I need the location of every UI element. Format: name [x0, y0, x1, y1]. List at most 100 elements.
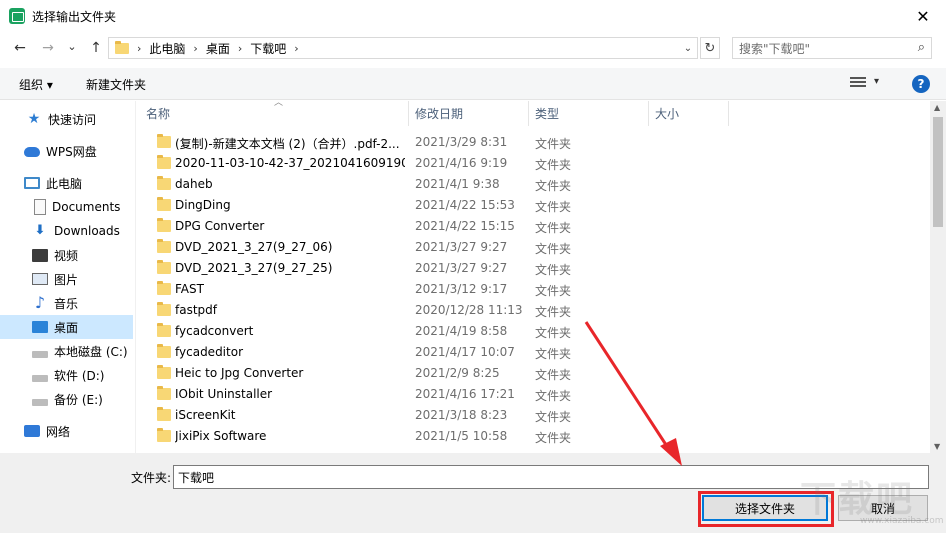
- file-type: 文件夹: [535, 368, 572, 382]
- sidebar-item-videos[interactable]: 视频: [0, 243, 133, 267]
- computer-icon: [24, 177, 40, 189]
- file-date: 2021/4/16 17:21: [415, 387, 515, 401]
- forward-button[interactable]: →: [36, 36, 60, 60]
- file-row[interactable]: iScreenKit 2021/3/18 8:23 文件夹: [140, 405, 930, 426]
- folder-label: 文件夹:: [131, 471, 172, 485]
- sidebar-item-label: WPS网盘: [46, 144, 97, 159]
- file-row[interactable]: DVD_2021_3_27(9_27_25) 2021/3/27 9:27 文件夹: [140, 258, 930, 279]
- file-date: 2021/3/27 9:27: [415, 261, 508, 275]
- sidebar-item-drive-d[interactable]: 软件 (D:): [0, 363, 133, 387]
- folder-icon: [157, 386, 171, 400]
- scroll-down-icon[interactable]: ▼: [934, 442, 940, 451]
- toolbar: 组织 ▾ 新建文件夹 ▾ ?: [0, 68, 946, 100]
- file-type: 文件夹: [535, 242, 572, 256]
- folder-icon: [157, 407, 171, 421]
- file-date: 2021/1/5 10:58: [415, 429, 508, 443]
- folder-icon: [157, 239, 171, 253]
- file-name: JixiPix Software: [175, 429, 267, 443]
- document-icon: [34, 199, 46, 215]
- breadcrumb-this-pc[interactable]: 此电脑: [149, 40, 185, 57]
- sidebar-item-this-pc[interactable]: 此电脑: [0, 171, 133, 195]
- file-row[interactable]: Heic to Jpg Converter 2021/2/9 8:25 文件夹: [140, 363, 930, 384]
- sidebar-item-wps-cloud[interactable]: WPS网盘: [0, 139, 133, 163]
- search-input[interactable]: 搜索"下载吧" ⌕: [732, 37, 932, 59]
- refresh-button[interactable]: ↻: [700, 37, 720, 59]
- sidebar-item-label: 快速访问: [48, 112, 97, 127]
- scroll-thumb[interactable]: [933, 117, 943, 227]
- back-button[interactable]: ←: [8, 36, 32, 60]
- folder-icon: [157, 302, 171, 316]
- file-date: 2021/4/22 15:53: [415, 198, 515, 212]
- address-dropdown-icon[interactable]: ⌄: [679, 38, 697, 58]
- file-row[interactable]: DingDing 2021/4/22 15:53 文件夹: [140, 195, 930, 216]
- sidebar-item-network[interactable]: 网络: [0, 419, 133, 443]
- folder-icon: [157, 281, 171, 295]
- sidebar-item-label: 此电脑: [46, 176, 83, 191]
- sidebar-item-pictures[interactable]: 图片: [0, 267, 133, 291]
- sidebar-item-label: 桌面: [54, 320, 79, 335]
- file-name: fycadconvert: [175, 324, 254, 338]
- view-dropdown-icon[interactable]: ▾: [874, 76, 879, 87]
- scroll-up-icon[interactable]: ▲: [934, 103, 940, 112]
- file-name: daheb: [175, 177, 213, 191]
- file-row[interactable]: 2020-11-03-10-42-37_20210416091907 2021/4…: [140, 153, 930, 174]
- vertical-scrollbar[interactable]: ▲ ▼: [930, 101, 946, 453]
- column-modified[interactable]: 修改日期: [409, 101, 529, 126]
- file-date: 2021/4/1 9:38: [415, 177, 500, 191]
- breadcrumb-desktop[interactable]: 桌面: [206, 40, 230, 57]
- file-list: (复制)-新建文本文档 (2)（合并）.pdf-2... 2021/3/29 8:…: [140, 132, 930, 452]
- file-date: 2021/2/9 8:25: [415, 366, 500, 380]
- file-date: 2021/4/17 10:07: [415, 345, 515, 359]
- file-type: 文件夹: [535, 179, 572, 193]
- sidebar-item-label: Downloads: [54, 224, 120, 238]
- folder-icon: [157, 344, 171, 358]
- sidebar-item-label: 软件 (D:): [54, 368, 105, 383]
- chevron-right-icon[interactable]: ›: [294, 42, 298, 55]
- recent-locations-button[interactable]: ⌄: [60, 34, 84, 58]
- file-date: 2021/4/16 9:19: [415, 156, 508, 170]
- search-icon[interactable]: ⌕: [918, 40, 925, 55]
- file-row[interactable]: JixiPix Software 2021/1/5 10:58 文件夹: [140, 426, 930, 447]
- new-folder-button[interactable]: 新建文件夹: [86, 76, 146, 93]
- up-button[interactable]: ↑: [84, 36, 108, 60]
- file-date: 2020/12/28 11:13: [415, 303, 523, 317]
- column-name[interactable]: 名称: [140, 101, 409, 126]
- file-type: 文件夹: [535, 137, 572, 151]
- navigation-pane: ★ 快速访问 WPS网盘 此电脑 Documents ⬇ Downloads 视…: [0, 101, 136, 453]
- column-type[interactable]: 类型: [529, 101, 649, 126]
- breadcrumb-xiazaiba[interactable]: 下载吧: [250, 40, 286, 57]
- file-name: FAST: [175, 282, 204, 296]
- file-name: DVD_2021_3_27(9_27_25): [175, 261, 333, 275]
- view-options-icon[interactable]: [850, 77, 866, 90]
- sidebar-item-desktop[interactable]: 桌面: [0, 315, 133, 339]
- folder-icon: [115, 40, 129, 54]
- file-type: 文件夹: [535, 347, 572, 361]
- file-row[interactable]: IObit Uninstaller 2021/4/16 17:21 文件夹: [140, 384, 930, 405]
- file-row[interactable]: (复制)-新建文本文档 (2)（合并）.pdf-2... 2021/3/29 8:…: [140, 132, 930, 153]
- sidebar-item-music[interactable]: ♪ 音乐: [0, 291, 133, 315]
- folder-icon: [157, 155, 171, 169]
- file-row[interactable]: fycadconvert 2021/4/19 8:58 文件夹: [140, 321, 930, 342]
- file-row[interactable]: fycadeditor 2021/4/17 10:07 文件夹: [140, 342, 930, 363]
- file-row[interactable]: daheb 2021/4/1 9:38 文件夹: [140, 174, 930, 195]
- close-button[interactable]: ✕: [900, 0, 946, 32]
- sidebar-item-drive-c[interactable]: 本地磁盘 (C:): [0, 339, 133, 363]
- file-row[interactable]: DPG Converter 2021/4/22 15:15 文件夹: [140, 216, 930, 237]
- sidebar-item-documents[interactable]: Documents: [0, 195, 133, 219]
- sidebar-item-downloads[interactable]: ⬇ Downloads: [0, 219, 133, 243]
- folder-icon: [157, 365, 171, 379]
- column-size[interactable]: 大小: [649, 101, 729, 126]
- file-type: 文件夹: [535, 284, 572, 298]
- organize-button[interactable]: 组织 ▾: [19, 76, 53, 93]
- file-type: 文件夹: [535, 305, 572, 319]
- file-row[interactable]: DVD_2021_3_27(9_27_06) 2021/3/27 9:27 文件夹: [140, 237, 930, 258]
- address-bar[interactable]: › 此电脑 › 桌面 › 下载吧 › ⌄: [108, 37, 698, 59]
- sidebar-item-quick-access[interactable]: ★ 快速访问: [0, 107, 133, 131]
- file-row[interactable]: fastpdf 2020/12/28 11:13 文件夹: [140, 300, 930, 321]
- file-row[interactable]: FAST 2021/3/12 9:17 文件夹: [140, 279, 930, 300]
- file-date: 2021/3/29 8:31: [415, 135, 508, 149]
- folder-icon: [157, 176, 171, 190]
- sidebar-item-label: 备份 (E:): [54, 392, 103, 407]
- help-icon[interactable]: ?: [912, 75, 930, 93]
- sidebar-item-drive-e[interactable]: 备份 (E:): [0, 387, 133, 411]
